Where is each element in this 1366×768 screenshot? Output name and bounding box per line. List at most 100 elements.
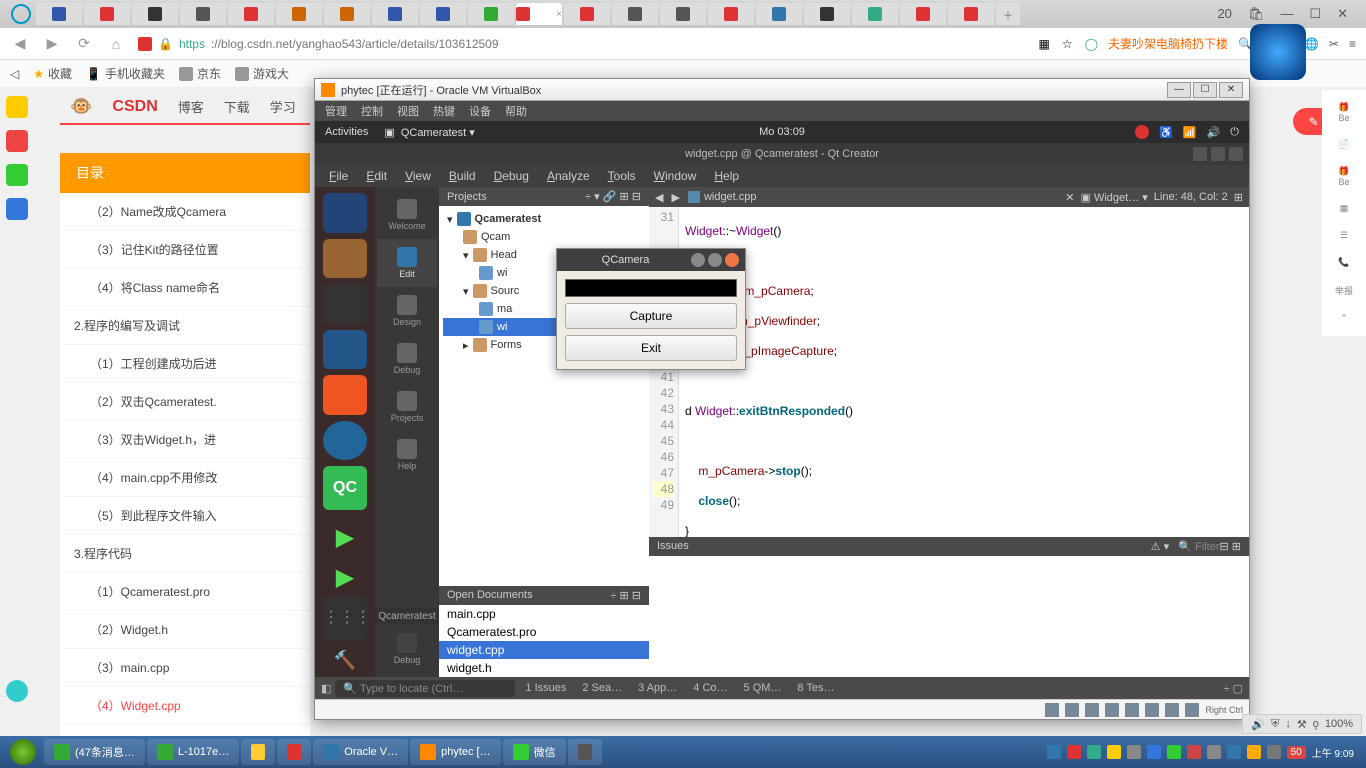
task-item[interactable]: L-1017e… — [147, 739, 239, 765]
toc-item-active[interactable]: （4）Widget.cpp — [60, 687, 310, 725]
tray-icon[interactable] — [1087, 745, 1101, 759]
tree-item[interactable]: Qcam — [443, 228, 645, 246]
browser-tab[interactable] — [852, 3, 898, 25]
menu-analyze[interactable]: Analyze — [547, 169, 590, 183]
close-icon[interactable]: ✕ — [1337, 6, 1348, 22]
clock[interactable]: 上午 9:09 — [1312, 745, 1354, 760]
csdn-nav[interactable]: 博客 — [178, 97, 204, 116]
vbox-menu-item[interactable]: 设备 — [469, 103, 491, 119]
home-icon[interactable]: ⌂ — [106, 36, 126, 52]
qtcreator-icon[interactable]: QC — [323, 466, 367, 510]
toggle-sidebar-icon[interactable]: ◧ — [321, 682, 331, 695]
minimize-icon[interactable] — [1193, 147, 1207, 161]
forward-icon[interactable]: ▶ — [42, 35, 62, 52]
menu-build[interactable]: Build — [449, 169, 476, 183]
menu-tools[interactable]: Tools — [608, 169, 636, 183]
nav-fwd-icon[interactable]: ▶ — [671, 191, 679, 204]
help-icon[interactable] — [323, 421, 367, 461]
minimize-icon[interactable]: — — [1167, 82, 1191, 98]
run-icon[interactable]: ▶ — [323, 516, 367, 550]
capture-button[interactable]: Capture — [565, 303, 737, 329]
a11y-icon[interactable]: ♿ — [1159, 126, 1173, 139]
update-icon[interactable] — [1135, 125, 1149, 139]
browser-tab[interactable] — [180, 3, 226, 25]
build-config[interactable]: Debug — [377, 625, 437, 673]
browser-tab[interactable] — [660, 3, 706, 25]
editor-tab[interactable]: widget.cpp — [688, 191, 757, 203]
tray-badge[interactable]: 50 — [1287, 746, 1306, 759]
csdn-logo[interactable]: CSDN — [112, 98, 157, 116]
browser-tab[interactable] — [228, 3, 274, 25]
code-icon[interactable]: ▦ — [1340, 203, 1349, 214]
fav-prev-icon[interactable]: ◁ — [10, 67, 19, 81]
tray-icon[interactable] — [1107, 745, 1121, 759]
progress-icon[interactable]: ÷ ▢ — [1224, 682, 1244, 695]
browser-tab-active[interactable]: × — [516, 3, 562, 25]
mode-edit[interactable]: Edit — [377, 239, 437, 287]
opendoc-item[interactable]: widget.h — [439, 659, 649, 677]
mode-welcome[interactable]: Welcome — [377, 191, 437, 239]
browser-tab[interactable] — [804, 3, 850, 25]
opendoc-item[interactable]: Qcameratest.pro — [439, 623, 649, 641]
bottom-app[interactable]: 3 App… — [632, 680, 683, 696]
qcamera-dialog[interactable]: QCamera Capture Exit — [556, 248, 746, 370]
kit-selector[interactable]: Qcameratest — [375, 608, 438, 625]
menu-window[interactable]: Window — [654, 169, 697, 183]
tray-icon[interactable] — [1187, 745, 1201, 759]
toc-item[interactable]: 3.程序代码 — [60, 535, 310, 573]
bookmark-item[interactable]: 京东 — [179, 65, 221, 82]
issues-list[interactable] — [649, 556, 1249, 677]
bottom-search[interactable]: 2 Sea… — [576, 680, 628, 696]
capture-icon[interactable]: ✂ — [1329, 37, 1339, 51]
net-icon[interactable] — [1085, 703, 1099, 717]
cd-icon[interactable] — [1065, 703, 1079, 717]
task-item[interactable]: Oracle V… — [313, 739, 408, 765]
tray-icon[interactable] — [1207, 745, 1221, 759]
maximize-icon[interactable]: ☐ — [1193, 82, 1217, 98]
tray-icon[interactable] — [1247, 745, 1261, 759]
toc-item[interactable]: （1）Qcameratest.pro — [60, 573, 310, 611]
toc-item[interactable]: （4）将Class name命名 — [60, 269, 310, 307]
vbox-titlebar[interactable]: phytec [正在运行] - Oracle VM VirtualBox — ☐… — [315, 79, 1249, 101]
opendoc-item-selected[interactable]: widget.cpp — [439, 641, 649, 659]
gift2-icon[interactable]: 🎁Be — [1338, 166, 1349, 187]
bottom-compile[interactable]: 4 Co… — [687, 680, 733, 696]
shopping-icon[interactable]: 🛍 — [1248, 6, 1265, 22]
browser-tab[interactable] — [132, 3, 178, 25]
csdn-nav[interactable]: 学习 — [270, 97, 296, 116]
browser-tab[interactable] — [708, 3, 754, 25]
task-item[interactable] — [241, 739, 275, 765]
browser-tab[interactable] — [276, 3, 322, 25]
menu-edit[interactable]: Edit — [366, 169, 387, 183]
browser-tab[interactable] — [468, 3, 514, 25]
vbox-menu-item[interactable]: 控制 — [361, 103, 383, 119]
browser-tab[interactable] — [372, 3, 418, 25]
qcamera-titlebar[interactable]: QCamera — [557, 249, 745, 271]
toc-item[interactable]: （2）Name改成Qcamera — [60, 193, 310, 231]
minimize-icon[interactable] — [691, 253, 705, 267]
app-menu[interactable]: QCameratest ▾ — [401, 126, 475, 139]
power-icon[interactable]: ⏻ — [1230, 126, 1239, 139]
wechat-icon[interactable] — [6, 164, 28, 186]
browser-tab[interactable] — [948, 3, 994, 25]
vbox-menu-item[interactable]: 帮助 — [505, 103, 527, 119]
tray-icon[interactable] — [1167, 745, 1181, 759]
menu-debug[interactable]: Debug — [494, 169, 529, 183]
opendoc-item[interactable]: main.cpp — [439, 605, 649, 623]
task-item[interactable]: phytec [… — [410, 739, 501, 765]
toc-item[interactable]: 2.程序的编写及调试 — [60, 307, 310, 345]
gift-icon[interactable]: 🎁Be — [1338, 102, 1349, 123]
mode-design[interactable]: Design — [377, 287, 437, 335]
zoom-control[interactable]: 🔊 ⛨ ↓ ⚒ ǫ 100% — [1242, 714, 1362, 734]
minimize-icon[interactable]: — — [1280, 6, 1293, 22]
display-icon[interactable] — [1145, 703, 1159, 717]
maximize-icon[interactable] — [1211, 147, 1225, 161]
browser-tab[interactable] — [756, 3, 802, 25]
mode-debug[interactable]: Debug — [377, 335, 437, 383]
shield-icon[interactable]: ⛨ — [1271, 718, 1279, 731]
tool-icon[interactable]: ⚒ — [1297, 718, 1307, 731]
toc-item[interactable]: （3）记住Kit的路径位置 — [60, 231, 310, 269]
close-icon[interactable] — [1229, 147, 1243, 161]
mode-projects[interactable]: Projects — [377, 383, 437, 431]
tray-icon[interactable] — [1127, 745, 1141, 759]
